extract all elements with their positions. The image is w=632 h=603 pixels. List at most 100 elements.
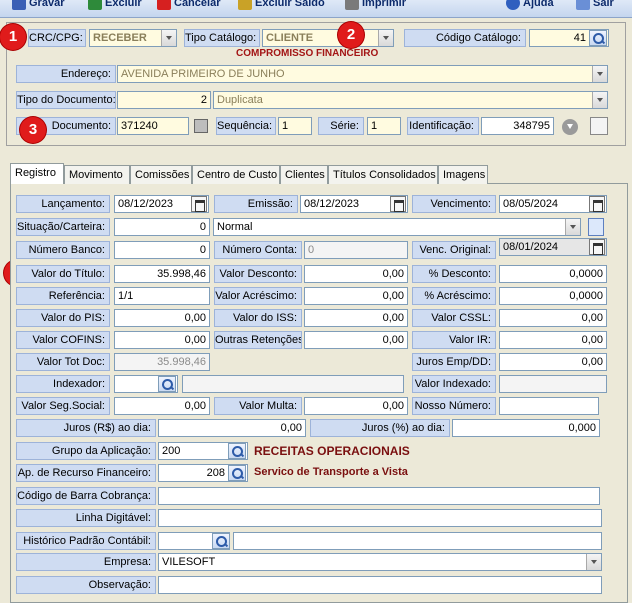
identificacao-field[interactable]: 348795	[481, 117, 554, 135]
endereco-value: AVENIDA PRIMEIRO DE JUNHO	[121, 68, 285, 80]
observacao-field[interactable]	[158, 576, 602, 594]
valor-acrescimo-field[interactable]: 0,00	[304, 287, 408, 305]
serie-value: 1	[371, 120, 378, 132]
referencia-field[interactable]: 1/1	[114, 287, 210, 305]
excluir-saldo-label: Excluir Saldo	[255, 0, 325, 9]
step-badge-3: 3	[20, 117, 46, 143]
historico-desc[interactable]	[233, 532, 602, 550]
tipo-documento-select[interactable]: Duplicata	[213, 91, 608, 109]
tab-centro-de-custo[interactable]: Centro de Custo	[192, 165, 280, 184]
tab-registro[interactable]: Registro	[10, 163, 64, 184]
chevron-down-icon[interactable]	[161, 30, 176, 46]
chevron-down-icon[interactable]	[586, 554, 601, 570]
excluir-saldo-button[interactable]: Excluir Saldo	[238, 0, 325, 12]
indexador-label: Indexador:	[16, 375, 110, 393]
chevron-down-icon[interactable]	[592, 66, 607, 82]
indexador-desc	[182, 375, 404, 393]
empresa-value: VILESOFT	[162, 556, 216, 568]
nosso-numero-field[interactable]	[499, 397, 599, 415]
outras-retencoes-value: 0,00	[382, 334, 404, 346]
delete-icon	[88, 0, 102, 10]
sequencia-field[interactable]: 1	[278, 117, 312, 135]
pct-acrescimo-value: 0,0000	[569, 290, 603, 302]
chevron-down-icon[interactable]	[592, 92, 607, 108]
chevron-down-icon[interactable]	[565, 219, 580, 235]
codigo-barra-field[interactable]	[158, 487, 600, 505]
tipo-documento-code[interactable]: 2	[117, 91, 211, 109]
empresa-select[interactable]: VILESOFT	[158, 553, 602, 571]
excluir-button[interactable]: Excluir	[88, 0, 142, 12]
tab-comissoes[interactable]: Comissões	[130, 165, 192, 184]
ajuda-button[interactable]: Ajuda	[506, 0, 554, 12]
valor-acrescimo-label: Valor Acréscimo:	[214, 287, 302, 305]
codigo-barra-label: Código de Barra Cobrança:	[16, 487, 156, 505]
tab-imagens[interactable]: Imagens	[438, 165, 488, 184]
numero-conta-field[interactable]: 0	[304, 241, 408, 259]
situacao-select[interactable]: Normal	[213, 218, 581, 236]
situacao-value: 0	[199, 221, 206, 233]
valor-iss-field[interactable]: 0,00	[304, 309, 408, 327]
juros-rs-value: 0,00	[280, 422, 302, 434]
search-icon[interactable]	[228, 465, 246, 481]
valor-pis-field[interactable]: 0,00	[114, 309, 210, 327]
calendar-icon[interactable]	[589, 196, 605, 212]
valor-indexado-field	[499, 375, 607, 393]
endereco-select[interactable]: AVENIDA PRIMEIRO DE JUNHO	[117, 65, 608, 83]
calendar-icon[interactable]	[589, 239, 605, 255]
valor-acrescimo-value: 0,00	[382, 290, 404, 302]
identificacao-value: 348795	[513, 120, 550, 132]
search-icon[interactable]	[589, 30, 607, 46]
tab-movimento[interactable]: Movimento	[64, 165, 130, 184]
search-icon[interactable]	[158, 376, 176, 392]
juros-emp-field[interactable]: 0,00	[499, 353, 607, 371]
numero-banco-field[interactable]: 0	[114, 241, 210, 259]
juros-rs-field[interactable]: 0,00	[158, 419, 306, 437]
sair-button[interactable]: Sair	[576, 0, 614, 12]
cancelar-button[interactable]: Cancelar	[157, 0, 220, 12]
tab-titulos-consolidados[interactable]: Títulos Consolidados	[328, 165, 438, 184]
tab-clientes[interactable]: Clientes	[280, 165, 328, 184]
situacao-field[interactable]: 0	[114, 218, 210, 236]
gravar-button[interactable]: Gravar	[12, 0, 64, 12]
linha-digitavel-field[interactable]	[158, 509, 602, 527]
blank-button[interactable]	[590, 117, 608, 135]
valor-ir-value: 0,00	[581, 334, 603, 346]
vencimento-value: 08/05/2024	[503, 198, 559, 210]
computer-icon[interactable]	[194, 119, 208, 133]
valor-cofins-field[interactable]: 0,00	[114, 331, 210, 349]
juros-pct-field[interactable]: 0,000	[452, 419, 600, 437]
chevron-down-icon[interactable]	[562, 119, 578, 135]
search-icon[interactable]	[228, 443, 246, 459]
document-icon[interactable]	[588, 218, 604, 236]
crc-label: CRC/CPG:	[28, 29, 86, 47]
step-badge-2: 2	[338, 22, 364, 48]
imprimir-button[interactable]: Imprimir	[345, 0, 406, 12]
calendar-icon[interactable]	[191, 196, 207, 212]
valor-titulo-field[interactable]: 35.998,46	[114, 265, 210, 283]
ap-recurso-desc: Servico de Transporte a Vista	[254, 466, 408, 478]
valor-ir-label: Valor IR:	[412, 331, 496, 349]
search-icon[interactable]	[212, 533, 230, 549]
numero-banco-label: Número Banco:	[16, 241, 110, 259]
numero-conta-value: 0	[308, 244, 315, 256]
documento-field[interactable]: 371240	[117, 117, 189, 135]
calendar-icon[interactable]	[390, 196, 406, 212]
tipo-catalogo-select[interactable]: CLIENTE	[262, 29, 394, 47]
valor-ir-field[interactable]: 0,00	[499, 331, 607, 349]
chevron-down-icon[interactable]	[378, 30, 393, 46]
valor-seg-social-field[interactable]: 0,00	[114, 397, 210, 415]
outras-retencoes-field[interactable]: 0,00	[304, 331, 408, 349]
lancamento-value: 08/12/2023	[118, 198, 174, 210]
valor-multa-field[interactable]: 0,00	[304, 397, 408, 415]
crc-select[interactable]: RECEBER	[89, 29, 177, 47]
toolbar: Gravar Excluir Cancelar Excluir Saldo Im…	[0, 0, 632, 18]
valor-cssl-field[interactable]: 0,00	[499, 309, 607, 327]
valor-desconto-field[interactable]: 0,00	[304, 265, 408, 283]
printer-icon	[345, 0, 359, 10]
tipo-documento-code-value: 2	[200, 94, 207, 106]
save-icon	[12, 0, 26, 10]
pct-acrescimo-field[interactable]: 0,0000	[499, 287, 607, 305]
serie-field[interactable]: 1	[367, 117, 401, 135]
referencia-label: Referência:	[16, 287, 110, 305]
pct-desconto-field[interactable]: 0,0000	[499, 265, 607, 283]
